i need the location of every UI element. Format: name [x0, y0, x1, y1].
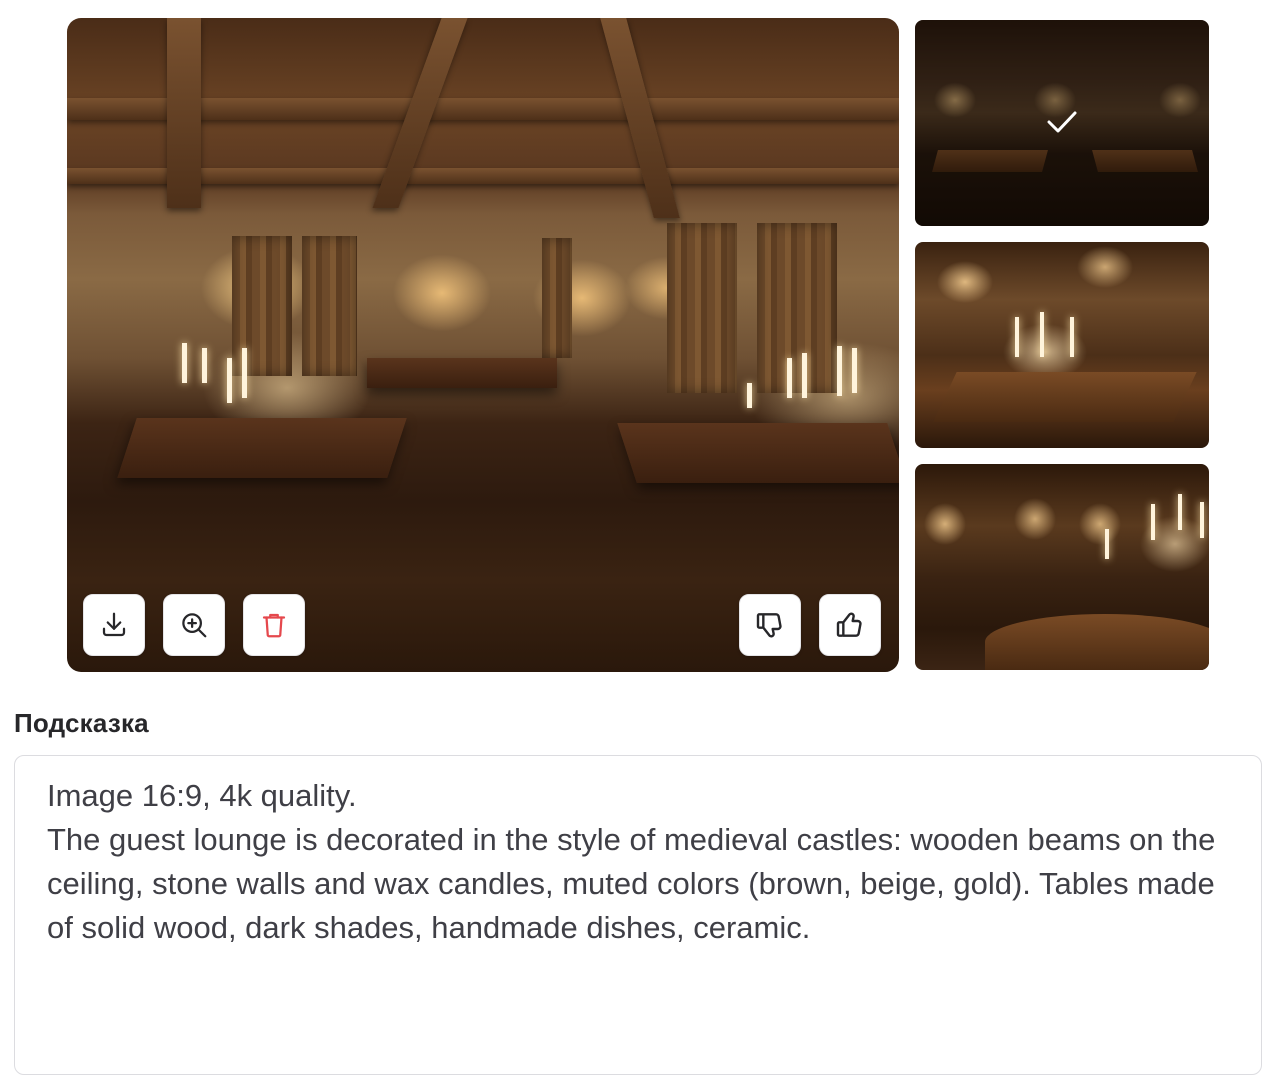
checkmark-icon — [1047, 111, 1077, 133]
image-generation-panel: Подсказка Image 16:9, 4k quality. The gu… — [0, 0, 1274, 1092]
candle — [837, 346, 842, 396]
download-button[interactable] — [83, 594, 145, 656]
candle — [182, 343, 187, 383]
candle — [1040, 312, 1044, 357]
delete-button[interactable] — [243, 594, 305, 656]
candle — [1200, 502, 1204, 538]
candle — [242, 348, 247, 398]
like-button[interactable] — [819, 594, 881, 656]
curtain — [302, 236, 357, 376]
thumbnail-1-selected[interactable] — [915, 20, 1209, 226]
prompt-label: Подсказка — [14, 708, 149, 738]
zoom-button[interactable] — [163, 594, 225, 656]
candle — [1151, 504, 1155, 540]
candle — [802, 353, 807, 398]
candle — [852, 348, 857, 393]
candle — [1178, 494, 1182, 530]
download-icon — [102, 612, 126, 637]
dislike-button[interactable] — [739, 594, 801, 656]
candle — [1070, 317, 1074, 357]
prompt-textarea[interactable]: Image 16:9, 4k quality. The guest lounge… — [14, 755, 1262, 1075]
dining-table — [117, 418, 407, 478]
candle — [747, 383, 752, 408]
dining-table — [617, 423, 899, 483]
candle — [1015, 317, 1019, 357]
curtain — [757, 223, 837, 393]
thumbnail-2[interactable] — [915, 242, 1209, 448]
zoom-in-icon — [182, 613, 207, 638]
curtain — [542, 238, 572, 358]
curtain — [232, 236, 292, 376]
candle — [227, 358, 232, 403]
candle — [202, 348, 207, 383]
candle — [787, 358, 792, 398]
thumbnail-3[interactable] — [915, 464, 1209, 670]
curtain — [667, 223, 737, 393]
dining-table — [367, 358, 557, 388]
candle — [1105, 529, 1109, 559]
thumbs-down-icon — [756, 613, 782, 638]
ceiling-beam — [167, 18, 201, 208]
thumbnail-table — [985, 614, 1209, 670]
thumbnail-table — [933, 372, 1197, 422]
thumbs-up-icon — [836, 612, 862, 637]
trash-icon — [262, 613, 286, 638]
main-generated-image[interactable] — [67, 18, 899, 672]
